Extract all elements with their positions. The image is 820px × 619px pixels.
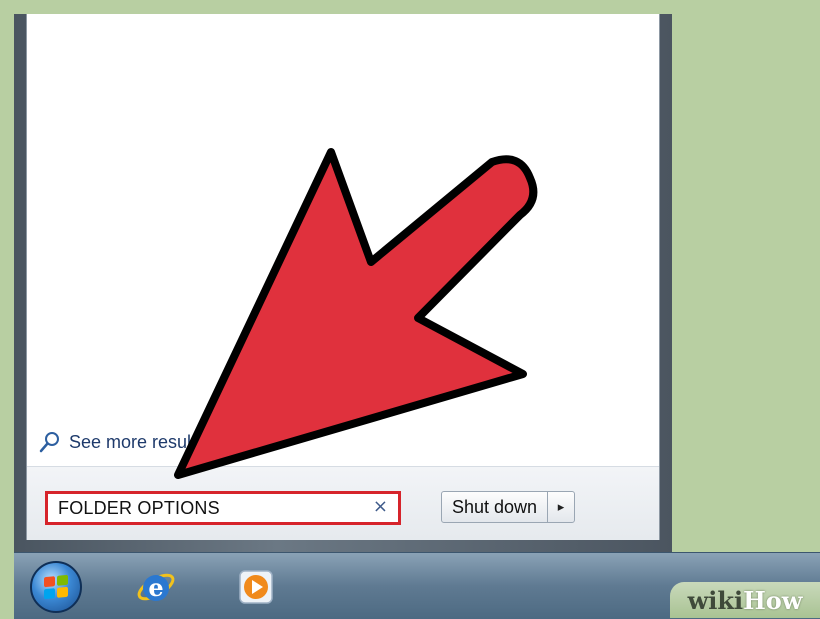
- shutdown-button[interactable]: Shut down: [442, 492, 547, 522]
- image-border-left: [0, 0, 14, 552]
- image-border-top: [0, 0, 820, 14]
- chevron-right-icon: ▸: [557, 499, 565, 515]
- start-menu-left-pane: See more results FOLDER OPTIONS × Shut d…: [26, 14, 660, 540]
- windows-start-orb-icon[interactable]: [30, 561, 82, 613]
- wikihow-watermark-wiki: wiki: [687, 585, 744, 615]
- wikihow-watermark-how: How: [743, 585, 803, 615]
- windows-media-player-icon[interactable]: [236, 567, 276, 607]
- svg-text:e: e: [148, 573, 163, 602]
- see-more-results-link[interactable]: See more results: [39, 428, 205, 456]
- search-magnifier-icon: [39, 432, 59, 453]
- internet-explorer-icon[interactable]: e: [136, 567, 176, 607]
- see-more-results-label: See more results: [69, 431, 206, 452]
- shutdown-options-arrow-button[interactable]: ▸: [547, 492, 574, 522]
- start-menu: See more results FOLDER OPTIONS × Shut d…: [14, 14, 672, 552]
- shutdown-control: Shut down ▸: [441, 491, 576, 523]
- start-search-input[interactable]: FOLDER OPTIONS ×: [45, 491, 401, 525]
- clear-search-icon[interactable]: ×: [373, 496, 388, 517]
- search-input-value: FOLDER OPTIONS: [58, 497, 220, 518]
- start-menu-search-bar-area: FOLDER OPTIONS × Shut down ▸: [27, 466, 659, 540]
- wikihow-watermark-logo: wiki How: [670, 582, 820, 618]
- desktop-background-area: [672, 14, 820, 552]
- windows-flag-icon: [44, 574, 68, 600]
